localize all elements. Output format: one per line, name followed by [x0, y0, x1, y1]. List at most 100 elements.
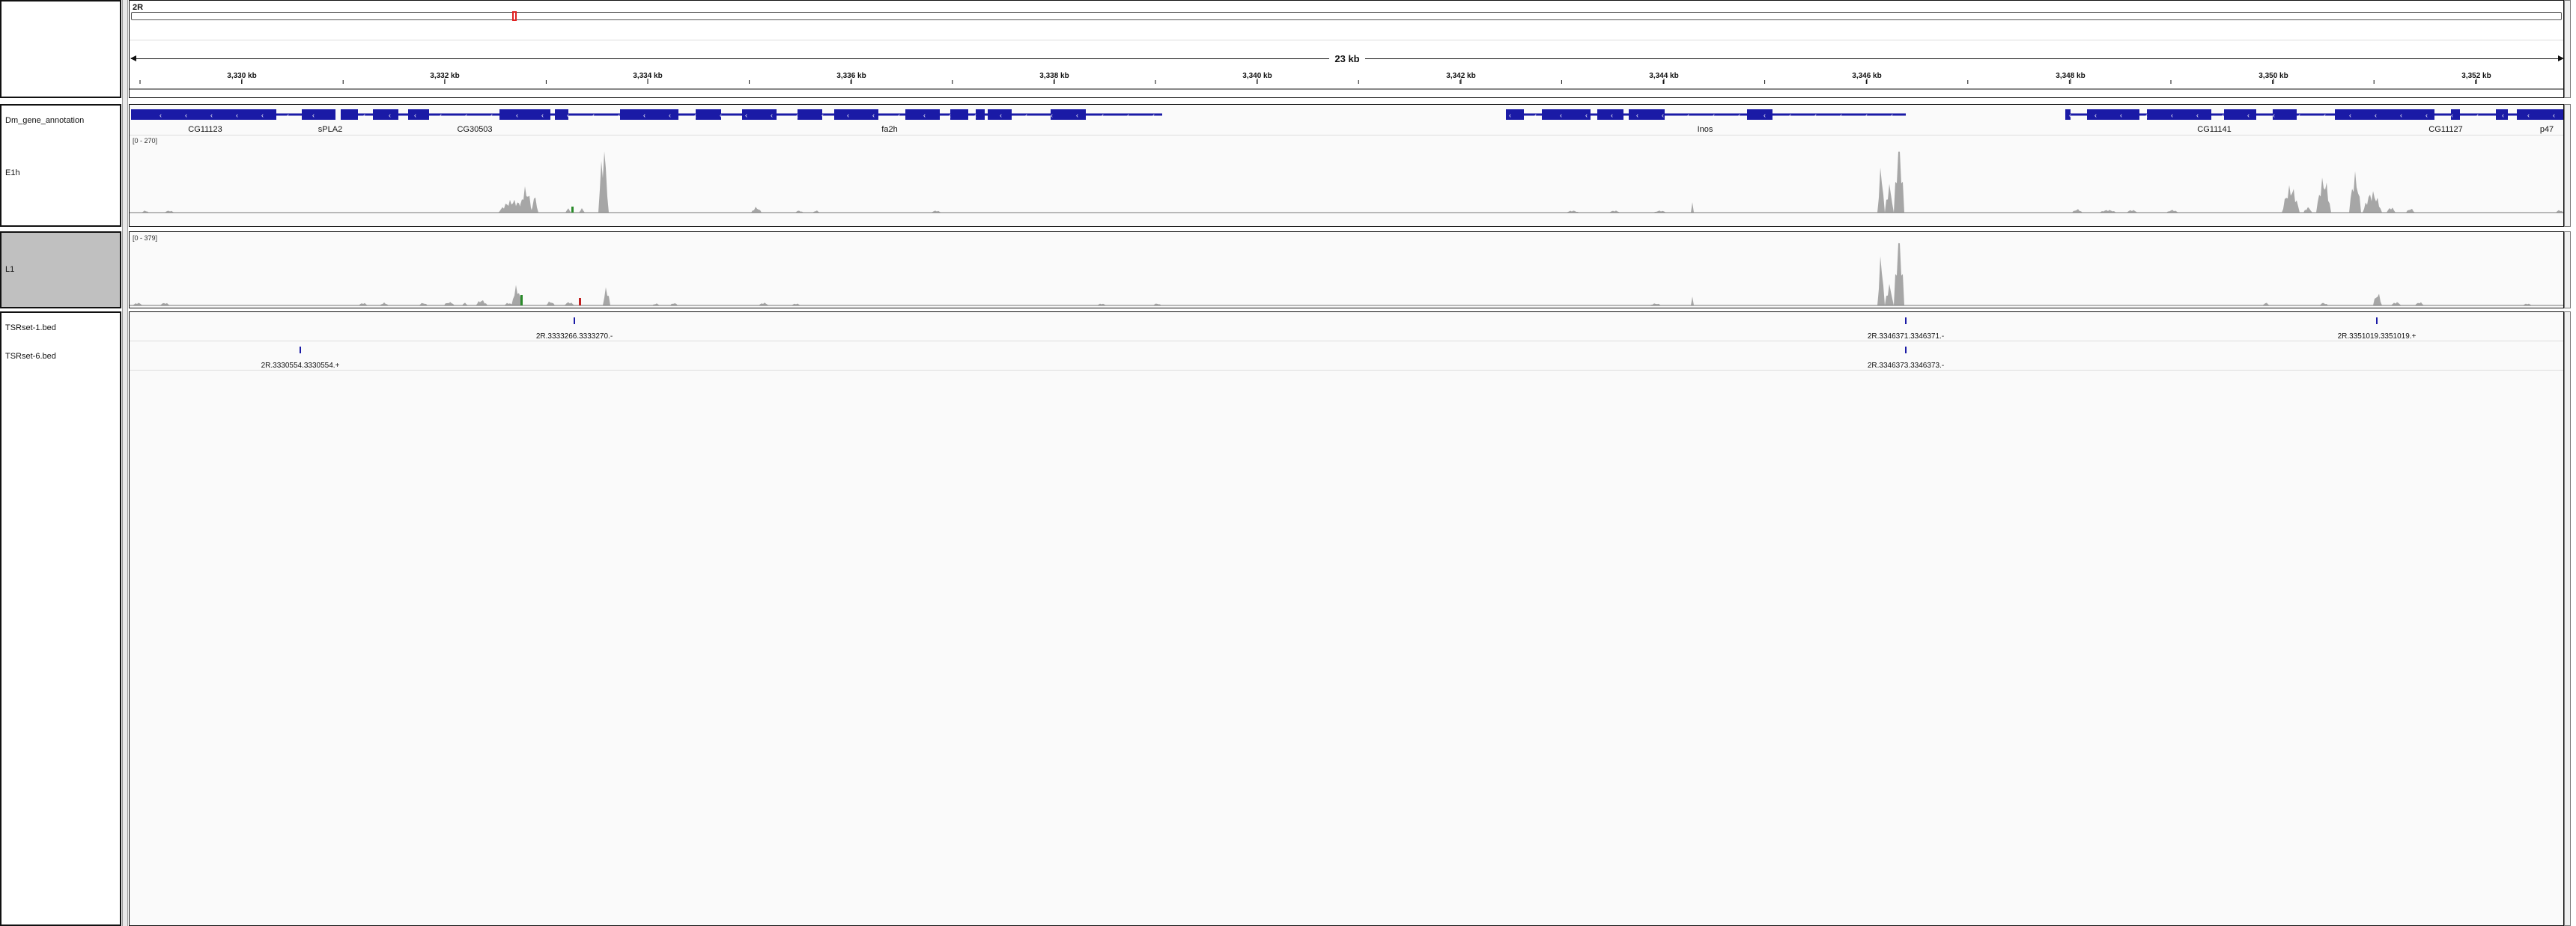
strand-arrow: ‹ [2145, 112, 2148, 119]
strand-arrow: ‹ [1076, 112, 1078, 119]
strand-arrow: ‹ [516, 112, 518, 119]
coverage-peak [2406, 208, 2415, 213]
strand-arrow: ‹ [236, 112, 238, 119]
bed-scrollbar[interactable] [2564, 311, 2571, 926]
coverage-peak [2316, 177, 2331, 213]
track-name-e1h[interactable]: E1h [5, 168, 20, 177]
coverage-peak [2363, 191, 2382, 213]
gene-label: CG30503 [457, 125, 493, 134]
track-name-annotation[interactable]: Dm_gene_annotation [5, 116, 84, 125]
track-name-l1[interactable]: L1 [5, 265, 14, 274]
strand-arrow: ‹ [592, 112, 595, 119]
bed1-feature-label: 2R.3351019.3351019.+ [2337, 332, 2416, 341]
bed-tracks[interactable] [130, 312, 2563, 372]
strand-arrow: ‹ [2196, 112, 2199, 119]
l1-coverage-track[interactable] [130, 232, 2563, 309]
strand-arrow: ‹ [2247, 112, 2250, 119]
coverage-peak [2072, 209, 2083, 213]
strand-arrow: ‹ [2094, 112, 2097, 119]
strand-arrow: ‹ [1102, 112, 1104, 119]
coverage-peak [1885, 284, 1894, 305]
strand-arrow: ‹ [1764, 112, 1766, 119]
strand-arrow: ‹ [1789, 112, 1791, 119]
strand-arrow: ‹ [1738, 112, 1740, 119]
coverage-peak [1894, 151, 1904, 213]
gene-label: fa2h [881, 125, 898, 134]
gene-exon [2224, 109, 2256, 120]
strand-arrow: ‹ [898, 112, 900, 119]
coverage-peak [133, 302, 143, 305]
strand-arrow: ‹ [1687, 112, 1689, 119]
coverage-peak [565, 208, 571, 213]
strand-arrow: ‹ [1611, 112, 1613, 119]
strand-arrow: ‹ [1127, 112, 1129, 119]
feature-name-panel: Dm_gene_annotation E1h [0, 104, 121, 227]
gene-exon [2273, 109, 2297, 120]
gene-label: CG11123 [188, 125, 222, 134]
snp-marker [520, 295, 523, 305]
strand-arrow: ‹ [160, 112, 162, 119]
feature-scrollbar[interactable] [2564, 104, 2571, 227]
gene-exon [905, 109, 940, 120]
strand-arrow: ‹ [1662, 112, 1664, 119]
coverage-peak [531, 197, 538, 213]
track-name-l1-box[interactable]: L1 [0, 231, 121, 308]
coverage-peak [603, 287, 610, 305]
strand-arrow: ‹ [567, 112, 569, 119]
strand-arrow: ‹ [2476, 112, 2479, 119]
gene-exon [408, 109, 429, 120]
header-scrollbar[interactable] [2564, 0, 2571, 98]
strand-arrow: ‹ [796, 112, 798, 119]
l1-scrollbar[interactable] [2564, 231, 2571, 308]
snp-marker [579, 298, 581, 305]
coverage-peak [2282, 185, 2300, 213]
strand-arrow: ‹ [287, 112, 289, 119]
gene-exon [696, 109, 721, 120]
strand-arrow: ‹ [872, 112, 875, 119]
coverage-peak [1885, 183, 1894, 213]
strand-arrow: ‹ [2273, 112, 2275, 119]
coverage-peak [2126, 210, 2138, 213]
feature-panel: ‹ ‹ ‹ ‹ ‹ ‹ ‹ ‹ ‹ ‹ ‹ ‹ ‹ ‹ ‹ ‹ ‹ ‹ ‹ ‹ ‹ ‹ ‹ ‹ ‹ ‹ ‹ ‹ ‹ ‹ ‹ ‹ ‹ ‹ ‹ ‹ ‹ ‹ ‹ ‹… [129, 104, 2564, 227]
strand-arrow: ‹ [414, 112, 416, 119]
strand-arrow: ‹ [1713, 112, 1715, 119]
coverage-peak [2415, 302, 2424, 305]
strand-arrow: ‹ [1560, 112, 1562, 119]
strand-arrow: ‹ [2553, 112, 2555, 119]
strand-arrow: ‹ [2527, 112, 2530, 119]
bed-panel: 2R.3333266.3333270.- 2R.3346371.3346371.-… [129, 311, 2564, 926]
strand-arrow: ‹ [1814, 112, 1817, 119]
strand-arrow: ‹ [490, 112, 493, 119]
strand-arrow: ‹ [440, 112, 442, 119]
e1h-coverage-track[interactable] [130, 135, 2563, 228]
strand-arrow: ‹ [1891, 112, 1893, 119]
strand-arrow: ‹ [2375, 112, 2377, 119]
coverage-peak [2099, 210, 2117, 213]
gene-exon [131, 109, 276, 120]
strand-arrow: ‹ [2451, 112, 2453, 119]
panel-divider[interactable] [122, 0, 128, 926]
bed-name-panel: TSRset-1.bed TSRset-6.bed [0, 311, 121, 926]
strand-arrow: ‹ [1840, 112, 1842, 119]
gene-exon [2517, 109, 2563, 120]
strand-arrow: ‹ [1051, 112, 1053, 119]
strand-arrow: ‹ [643, 112, 645, 119]
gene-exon [341, 109, 358, 120]
ruler-ticks [130, 79, 2563, 90]
strand-arrow: ‹ [745, 112, 747, 119]
strand-arrow: ‹ [771, 112, 773, 119]
coverage-peak [1691, 202, 1694, 213]
coverage-peak [380, 302, 389, 305]
strand-arrow: ‹ [669, 112, 671, 119]
strand-arrow: ‹ [2425, 112, 2428, 119]
strand-arrow: ‹ [974, 112, 976, 119]
strand-arrow: ‹ [312, 112, 315, 119]
gene-label: CG11127 [2428, 125, 2463, 134]
strand-arrow: ‹ [1152, 112, 1155, 119]
track-name-bed2[interactable]: TSRset-6.bed [5, 352, 56, 361]
coverage-peak [511, 284, 522, 305]
gene-exon [950, 109, 968, 120]
strand-arrow: ‹ [261, 112, 264, 119]
coverage-peak [598, 151, 609, 213]
track-name-bed1[interactable]: TSRset-1.bed [5, 323, 56, 332]
